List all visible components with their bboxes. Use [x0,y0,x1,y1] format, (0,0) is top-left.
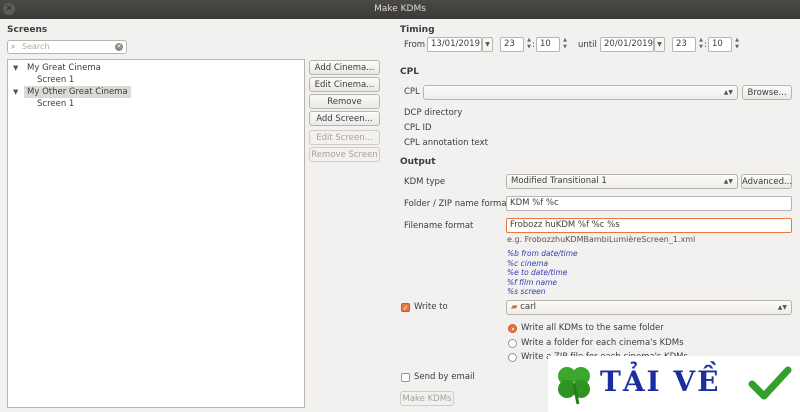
send-email-checkbox[interactable] [401,373,410,382]
edit-cinema-button[interactable]: Edit Cinema... [309,77,380,92]
send-email-label: Send by email [414,372,475,382]
cpl-annotation-label: CPL annotation text [404,138,488,148]
watermark-text: TẢI VỀ [600,365,721,398]
clear-icon[interactable]: ✕ [115,43,123,51]
remove-screen-button[interactable]: Remove Screen [309,147,380,162]
tree-item-cinema[interactable]: My Great Cinema [27,62,101,74]
time-colon: : [704,40,707,50]
dcp-directory-label: DCP directory [404,108,463,118]
add-cinema-button[interactable]: Add Cinema... [309,60,380,75]
search-placeholder: Search [22,42,50,51]
filename-format-field[interactable]: Frobozz huKDM %f %c %s [506,218,792,233]
filename-format-label: Filename format [404,221,474,231]
from-date-dropdown-icon[interactable]: ▼ [482,37,493,52]
until-hour-field[interactable]: 23 [672,37,696,52]
expand-arrow-icon[interactable]: ▼ [13,62,18,74]
chevron-updown-icon: ▲▼ [723,89,733,96]
search-icon: ⌕ [11,42,16,51]
checkmark-icon [748,366,792,400]
window-title: Make KDMs [374,4,426,14]
tree-item-screen[interactable]: Screen 1 [37,74,74,86]
format-hint: %c cinema [507,258,549,268]
close-icon[interactable]: ✕ [3,3,15,15]
remove-cinema-button[interactable]: Remove Cinema [309,94,380,122]
kdm-type-label: KDM type [404,177,446,187]
until-date-dropdown-icon[interactable]: ▼ [654,37,665,52]
write-to-label: Write to [414,302,448,312]
add-screen-button[interactable]: Add Screen... [309,111,380,126]
watermark-banner: TẢI VỀ [548,356,800,412]
clover-icon [558,367,590,405]
radio-same-folder-label: Write all KDMs to the same folder [521,323,664,333]
radio-folder-per-cinema[interactable] [508,339,517,348]
from-hour-field[interactable]: 23 [500,37,524,52]
time-colon: : [532,40,535,50]
advanced-button[interactable]: Advanced... [741,174,792,189]
format-hint: %f film name [507,277,558,287]
make-kdms-button[interactable]: Make KDMs [400,391,454,406]
until-label: until [578,40,597,50]
expand-arrow-icon[interactable]: ▼ [13,86,18,98]
output-heading: Output [400,157,436,167]
tree-item-cinema-selected[interactable]: My Other Great Cinema [24,86,131,98]
folder-format-field[interactable]: KDM %f %c [506,196,792,211]
from-date-field[interactable]: 13/01/2019 [427,37,482,52]
write-to-checkbox[interactable]: ✓ [401,303,410,312]
radio-folder-per-cinema-label: Write a folder for each cinema's KDMs [521,338,684,348]
timing-heading: Timing [400,25,435,35]
kdm-type-value: Modified Transitional 1 [511,176,607,186]
cpl-combo[interactable]: ▲▼ [423,85,738,100]
write-to-value: carl [520,302,536,312]
cpl-id-label: CPL ID [404,123,432,133]
window-titlebar: Make KDMs [0,0,800,19]
kdm-type-combo[interactable]: Modified Transitional 1 ▲▼ [506,174,738,189]
chevron-updown-icon: ▲▼ [777,304,787,311]
folder-format-label: Folder / ZIP name format [404,199,510,209]
browse-button[interactable]: Browse... [742,85,792,100]
cpl-label: CPL [404,87,420,97]
folder-icon: ▰ [511,302,518,312]
chevron-updown-icon: ▲▼ [723,178,733,185]
from-label: From [404,40,426,50]
write-to-folder-combo[interactable]: ▰ carl ▲▼ [506,300,792,315]
radio-zip-per-cinema[interactable] [508,353,517,362]
until-date-field[interactable]: 20/01/2019 [600,37,654,52]
screens-tree[interactable]: ▼ My Great Cinema Screen 1 ▼ My Other Gr… [7,59,305,408]
tree-item-screen[interactable]: Screen 1 [37,98,74,110]
until-minute-field[interactable]: 10 [708,37,732,52]
until-minute-spin-icon[interactable]: ▲ ▼ [733,37,741,52]
format-hint: %e to date/time [507,268,568,277]
search-input[interactable]: ⌕ Search ✕ [7,40,127,54]
filename-example: e.g. FrobozzhuKDMBambiLumièreScreen_1.xm… [507,235,696,244]
edit-screen-button[interactable]: Edit Screen... [309,130,380,145]
cpl-heading: CPL [400,67,419,77]
format-hint: %s screen [507,287,546,296]
format-hint: %b from date/time [507,249,578,258]
screens-heading: Screens [7,25,48,35]
radio-same-folder[interactable] [508,324,517,333]
from-minute-field[interactable]: 10 [536,37,560,52]
from-minute-spin-icon[interactable]: ▲ ▼ [561,37,569,52]
